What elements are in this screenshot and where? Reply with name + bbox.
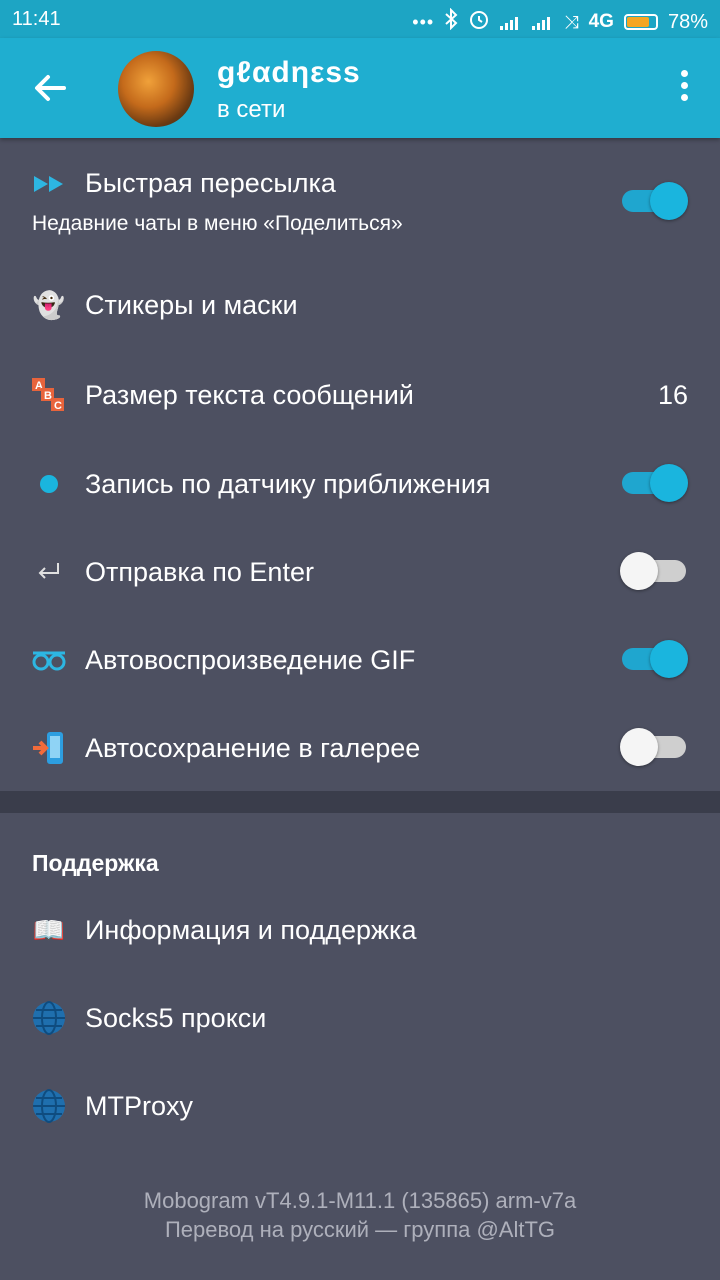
setting-proximity-record[interactable]: Запись по датчику приближения	[0, 444, 720, 524]
fast-forward-icon	[30, 165, 68, 203]
support-section-title: Поддержка	[32, 850, 159, 876]
abc-icon: A B C	[30, 376, 68, 414]
proximity-record-toggle[interactable]	[620, 462, 688, 502]
setting-sublabel: Недавние чаты в меню «Поделиться»	[32, 212, 403, 235]
phone-arrow-icon	[30, 729, 68, 767]
setting-autosave-gallery[interactable]: Автосохранение в галерее	[0, 708, 720, 788]
translation-credit: Перевод на русский — группа @AltTG	[164, 1217, 556, 1242]
svg-text:C: C	[54, 400, 62, 412]
globe-icon	[30, 999, 68, 1037]
support-label: MTProxy	[85, 1091, 193, 1121]
setting-label: Размер текста сообщений	[85, 380, 414, 410]
overflow-menu-icon[interactable]	[678, 70, 690, 106]
loop-icon	[30, 641, 68, 679]
status-bar: 11:41 ••• ⤨ 4G 78%	[0, 0, 720, 38]
back-arrow-icon[interactable]	[30, 68, 70, 108]
bluetooth-icon	[444, 7, 458, 36]
app-bar: gℓαdηεss в сети	[0, 38, 720, 138]
signal-2-icon	[532, 14, 554, 30]
setting-send-by-enter[interactable]: Отправка по Enter	[0, 532, 720, 612]
version-text: Mobogram vT4.9.1-M11.1 (135865) arm-v7a	[143, 1188, 577, 1213]
quick-forward-toggle[interactable]	[620, 180, 688, 220]
status-time: 11:41	[12, 8, 61, 30]
setting-label: Отправка по Enter	[85, 557, 314, 587]
battery-percent: 78%	[667, 10, 708, 33]
setting-quick-forward[interactable]: Быстрая пересылка Недавние чаты в меню «…	[0, 150, 720, 250]
support-label: Информация и поддержка	[85, 915, 417, 945]
setting-text-size[interactable]: A B C Размер текста сообщений 16	[0, 355, 720, 435]
open-book-icon: 📖	[32, 914, 66, 945]
autosave-gallery-toggle[interactable]	[620, 726, 688, 766]
svg-text:B: B	[44, 390, 52, 402]
signal-icon	[500, 14, 522, 30]
setting-stickers[interactable]: 👻 Стикеры и маски	[0, 265, 720, 345]
setting-autoplay-gif[interactable]: Автовоспроизведение GIF	[0, 620, 720, 700]
support-label: Socks5 прокси	[85, 1003, 267, 1033]
globe-icon	[30, 1087, 68, 1125]
alarm-icon	[468, 8, 490, 36]
setting-label: Автосохранение в галерее	[85, 733, 421, 763]
text-size-value: 16	[657, 380, 688, 410]
setting-label: Запись по датчику приближения	[85, 469, 491, 499]
enter-key-icon	[30, 553, 68, 591]
autoplay-gif-toggle[interactable]	[620, 638, 688, 678]
setting-label: Стикеры и маски	[85, 290, 298, 320]
wifi-off-icon: ⤨	[564, 11, 579, 32]
profile-name[interactable]: gℓαdηεss	[217, 56, 361, 90]
section-divider	[0, 791, 720, 813]
send-by-enter-toggle[interactable]	[620, 550, 688, 590]
support-mtproxy[interactable]: MTProxy	[0, 1066, 720, 1146]
support-socks5[interactable]: Socks5 прокси	[0, 978, 720, 1058]
ghost-icon: 👻	[32, 289, 66, 320]
network-type: 4G	[588, 11, 614, 32]
setting-label: Автовоспроизведение GIF	[85, 645, 416, 675]
profile-status: в сети	[217, 96, 286, 123]
battery-icon	[623, 14, 658, 30]
record-dot-icon	[30, 465, 68, 503]
avatar[interactable]	[118, 51, 194, 127]
setting-label: Быстрая пересылка	[85, 168, 336, 198]
more-notifications-icon: •••	[412, 11, 435, 32]
support-info[interactable]: 📖 Информация и поддержка	[0, 890, 720, 970]
